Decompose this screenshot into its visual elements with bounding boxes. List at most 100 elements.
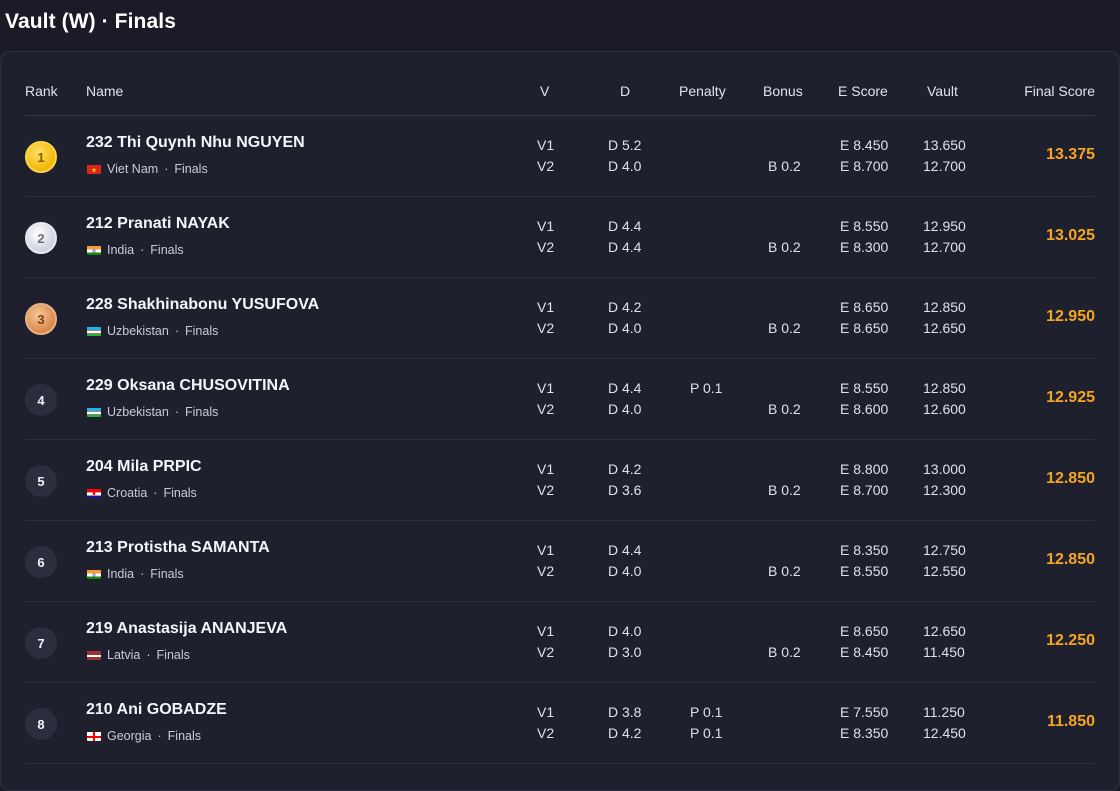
table-row[interactable]: 7219 Anastasija ANANJEVALatvia·FinalsV1V…: [25, 602, 1095, 683]
vault-number-line-2: V2: [537, 723, 554, 744]
meta-separator: ·: [175, 324, 179, 338]
athlete-country: India: [107, 567, 134, 581]
final-score: 13.375: [1046, 146, 1095, 164]
athlete-country: Viet Nam: [107, 162, 158, 176]
vault-number-line-1: V1: [537, 135, 554, 156]
athlete-name[interactable]: 213 Protistha SAMANTA: [86, 539, 270, 557]
vault-number-line-1: V1: [537, 378, 554, 399]
header-bonus[interactable]: Bonus: [763, 83, 803, 99]
athlete-country: India: [107, 243, 134, 257]
in-flag-icon: [87, 245, 101, 255]
vault-score: 12.75012.550: [923, 540, 966, 582]
d-score-line-1: D 3.8: [608, 702, 641, 723]
d-score-line-2: D 4.0: [608, 156, 641, 177]
header-final-score[interactable]: Final Score: [1024, 83, 1095, 99]
e-score-line-2: E 8.700: [840, 156, 888, 177]
athlete-country: Uzbekistan: [107, 324, 169, 338]
table-row[interactable]: 2 212 Pranati NAYAK India·Finals V1V2 D 4.4D…: [25, 197, 1095, 278]
header-v[interactable]: V: [540, 83, 549, 99]
e-score-line-1: E 8.800: [840, 459, 888, 480]
bonus-line-2: B 0.2: [768, 561, 801, 582]
penalty-line-1: P 0.1: [690, 378, 722, 399]
e-score: E 8.800E 8.700: [840, 459, 888, 501]
vault-score-line-1: 11.250: [923, 702, 966, 723]
e-score-line-2: E 8.650: [840, 318, 888, 339]
vault-number-line-1: V1: [537, 216, 554, 237]
vault-number-line-1: V1: [537, 621, 554, 642]
uz-flag-icon: [87, 326, 101, 336]
header-escore[interactable]: E Score: [838, 83, 888, 99]
vault-number: V1V2: [537, 216, 554, 258]
table-row[interactable]: 5204 Mila PRPICCroatia·FinalsV1V2D 4.2D …: [25, 440, 1095, 521]
athlete-phase: Finals: [185, 405, 218, 419]
athlete-meta: India·Finals: [87, 243, 184, 257]
uz-flag-icon: [87, 407, 101, 417]
header-vault[interactable]: Vault: [927, 83, 958, 99]
athlete-country: Latvia: [107, 648, 140, 662]
header-d[interactable]: D: [620, 83, 630, 99]
vault-score: 12.85012.650: [923, 297, 966, 339]
rank-medal-icon: 1: [25, 141, 57, 173]
athlete-meta: Georgia·Finals: [87, 729, 201, 743]
header-rank[interactable]: Rank: [25, 83, 58, 99]
vault-score: 12.95012.700: [923, 216, 966, 258]
d-score: D 4.4D 4.0: [608, 540, 641, 582]
final-score: 12.250: [1046, 632, 1095, 650]
vault-number: V1V2: [537, 459, 554, 501]
athlete-name[interactable]: 228 Shakhinabonu YUSUFOVA: [86, 296, 319, 314]
d-score-line-1: D 5.2: [608, 135, 641, 156]
bonus-line-2: B 0.2: [768, 642, 801, 663]
e-score-line-2: E 8.300: [840, 237, 888, 258]
e-score: E 8.650E 8.650: [840, 297, 888, 339]
vault-score: 13.00012.300: [923, 459, 966, 501]
athlete-name[interactable]: 210 Ani GOBADZE: [86, 701, 227, 719]
d-score: D 4.4D 4.4: [608, 216, 641, 258]
bonus-line-1: [768, 297, 801, 318]
vault-score-line-1: 13.650: [923, 135, 966, 156]
meta-separator: ·: [153, 486, 157, 500]
d-score-line-2: D 4.2: [608, 723, 641, 744]
d-score: D 3.8D 4.2: [608, 702, 641, 744]
d-score-line-2: D 4.4: [608, 237, 641, 258]
athlete-meta: Croatia·Finals: [87, 486, 197, 500]
vault-score-line-1: 12.650: [923, 621, 966, 642]
meta-separator: ·: [157, 729, 161, 743]
athlete-country: Georgia: [107, 729, 151, 743]
page-title: Vault (W) · Finals: [5, 10, 176, 34]
table-row[interactable]: 8210 Ani GOBADZEGeorgia·FinalsV1V2D 3.8D…: [25, 683, 1095, 764]
athlete-name[interactable]: 219 Anastasija ANANJEVA: [86, 620, 287, 638]
meta-separator: ·: [164, 162, 168, 176]
header-penalty[interactable]: Penalty: [679, 83, 726, 99]
rank-medal-icon: 2: [25, 222, 57, 254]
vault-score-line-1: 12.950: [923, 216, 966, 237]
final-score: 12.850: [1046, 470, 1095, 488]
final-score: 12.925: [1046, 389, 1095, 407]
table-row[interactable]: 3228 Shakhinabonu YUSUFOVAUzbekistan·Fin…: [25, 278, 1095, 359]
table-row[interactable]: 6213 Protistha SAMANTAIndia·FinalsV1V2D …: [25, 521, 1095, 602]
athlete-name[interactable]: 229 Oksana CHUSOVITINA: [86, 377, 290, 395]
vault-score-line-2: 12.550: [923, 561, 966, 582]
vault-score-line-1: 13.000: [923, 459, 966, 480]
penalty-line-2: [690, 399, 722, 420]
final-score: 12.850: [1046, 551, 1095, 569]
bonus: B 0.2: [768, 135, 801, 177]
athlete-name[interactable]: 204 Mila PRPIC: [86, 458, 202, 476]
table-row[interactable]: 1232 Thi Quynh Nhu NGUYENViet Nam·Finals…: [25, 116, 1095, 197]
vault-number-line-2: V2: [537, 561, 554, 582]
table-row[interactable]: 4229 Oksana CHUSOVITINAUzbekistan·Finals…: [25, 359, 1095, 440]
bonus-line-1: [768, 621, 801, 642]
lv-flag-icon: [87, 650, 101, 660]
table-header: Rank Name V D Penalty Bonus E Score Vaul…: [25, 80, 1095, 116]
athlete-name[interactable]: 212 Pranati NAYAK: [86, 215, 230, 233]
final-score: 13.025: [1046, 227, 1095, 245]
athlete-meta: Viet Nam·Finals: [87, 162, 208, 176]
athlete-meta: Latvia·Finals: [87, 648, 190, 662]
vault-number-line-2: V2: [537, 156, 554, 177]
rank-medal-icon: 6: [25, 546, 57, 578]
header-name[interactable]: Name: [86, 83, 123, 99]
in-flag-icon: [87, 569, 101, 579]
vault-score-line-1: 12.750: [923, 540, 966, 561]
rank-medal-icon: 7: [25, 627, 57, 659]
athlete-phase: Finals: [185, 324, 218, 338]
athlete-name[interactable]: 232 Thi Quynh Nhu NGUYEN: [86, 134, 305, 152]
